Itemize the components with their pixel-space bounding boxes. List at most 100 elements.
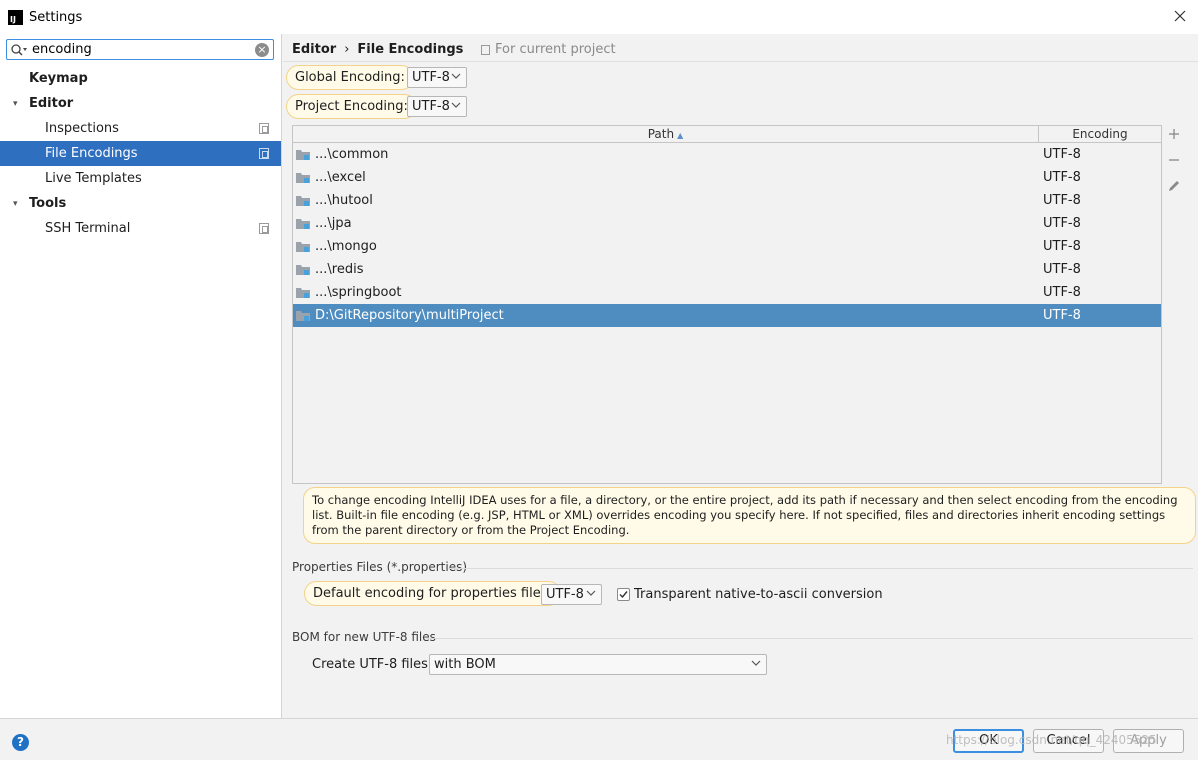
column-header-path[interactable]: Path ▲: [293, 126, 1039, 142]
column-header-encoding[interactable]: Encoding: [1039, 126, 1161, 142]
module-folder-icon: [296, 310, 310, 321]
properties-encoding-select[interactable]: UTF-8: [541, 584, 602, 605]
global-encoding-value: UTF-8: [412, 70, 450, 85]
table-row[interactable]: ...\jpa UTF-8: [293, 212, 1161, 235]
sidebar-item-editor[interactable]: ▾ Editor: [0, 91, 281, 116]
table-row[interactable]: ...\redis UTF-8: [293, 258, 1161, 281]
sidebar-item-label: Keymap: [29, 71, 88, 86]
global-encoding-label: Global Encoding:: [286, 65, 414, 90]
project-scope-icon: [259, 123, 269, 134]
row-encoding[interactable]: UTF-8: [1043, 216, 1081, 231]
checkmark-icon: [619, 591, 628, 599]
sidebar-item-label: Live Templates: [45, 171, 142, 186]
row-encoding[interactable]: UTF-8: [1043, 262, 1081, 277]
row-path: ...\excel: [315, 170, 366, 185]
table-row[interactable]: ...\mongo UTF-8: [293, 235, 1161, 258]
bom-section-title: BOM for new UTF-8 files: [292, 630, 436, 644]
breadcrumb-editor[interactable]: Editor: [292, 42, 336, 57]
module-folder-icon: [296, 264, 310, 275]
row-encoding[interactable]: UTF-8: [1043, 170, 1081, 185]
table-row[interactable]: ...\hutool UTF-8: [293, 189, 1161, 212]
watermark-text: https://blog.csdn.net/qq_42405525: [946, 733, 1157, 747]
row-encoding[interactable]: UTF-8: [1043, 147, 1081, 162]
sidebar-item-file-encodings[interactable]: File Encodings: [0, 141, 281, 166]
table-toolbar: [1165, 125, 1187, 203]
module-folder-icon: [296, 172, 310, 183]
sidebar-item-live-templates[interactable]: Live Templates: [0, 166, 281, 191]
sidebar-item-keymap[interactable]: Keymap: [0, 66, 281, 91]
window-title: Settings: [29, 9, 83, 25]
remove-icon[interactable]: [1165, 151, 1183, 169]
scope-note: For current project: [481, 42, 616, 57]
row-encoding[interactable]: UTF-8: [1043, 239, 1081, 254]
chevron-down-icon[interactable]: ▾: [13, 99, 23, 109]
breadcrumb-separator: ›: [344, 42, 350, 57]
row-encoding[interactable]: UTF-8: [1043, 308, 1081, 323]
header-divider: [283, 61, 1198, 62]
add-icon[interactable]: [1165, 125, 1183, 143]
project-scope-icon: [259, 148, 269, 159]
create-utf8-label: Create UTF-8 files:: [312, 657, 433, 672]
column-header-label: Path: [647, 127, 675, 141]
edit-icon[interactable]: [1165, 177, 1183, 195]
chevron-down-icon: [451, 73, 461, 79]
bom-select-value: with BOM: [434, 657, 496, 672]
project-scope-icon: [481, 44, 490, 55]
chevron-down-icon[interactable]: ▾: [13, 199, 23, 209]
encoding-info-note: To change encoding IntelliJ IDEA uses fo…: [303, 487, 1196, 544]
properties-encoding-value: UTF-8: [546, 587, 584, 602]
chevron-down-icon: [751, 660, 761, 666]
sidebar-item-label: Editor: [29, 96, 74, 111]
settings-search-box[interactable]: ×: [6, 39, 274, 60]
title-bar: IJ Settings: [0, 0, 1198, 34]
row-path: ...\redis: [315, 262, 364, 277]
settings-tree: Keymap ▾ Editor Inspections File Encodin…: [0, 66, 281, 241]
sort-ascending-icon: ▲: [677, 131, 684, 140]
sidebar-item-label: Tools: [29, 196, 67, 211]
transparent-conversion-label[interactable]: Transparent native-to-ascii conversion: [634, 587, 883, 602]
table-row[interactable]: ...\springboot UTF-8: [293, 281, 1161, 304]
settings-content: Editor › File Encodings For current proj…: [283, 34, 1198, 718]
table-body: ...\common UTF-8 ...\excel UTF-8 ...\hutool U…: [293, 143, 1161, 327]
settings-sidebar: × Keymap ▾ Editor Inspections File Encod…: [0, 34, 282, 718]
row-path: ...\jpa: [315, 216, 352, 231]
sidebar-item-label: Inspections: [45, 121, 119, 136]
path-encoding-table: Path ▲ Encoding ...\common UTF-8 ...\excel U…: [292, 125, 1162, 484]
table-header: Path ▲ Encoding: [293, 126, 1161, 143]
dialog-button-bar: ? OK Cancel Apply https://blog.csdn.net/…: [0, 718, 1198, 760]
project-scope-icon: [259, 223, 269, 234]
search-input[interactable]: [32, 42, 247, 57]
row-encoding[interactable]: UTF-8: [1043, 193, 1081, 208]
clear-search-icon[interactable]: ×: [255, 43, 269, 57]
module-folder-icon: [296, 287, 310, 298]
help-icon[interactable]: ?: [12, 734, 29, 751]
transparent-conversion-checkbox[interactable]: [617, 588, 630, 601]
module-folder-icon: [296, 195, 310, 206]
table-row[interactable]: ...\common UTF-8: [293, 143, 1161, 166]
chevron-down-icon: [451, 102, 461, 108]
chevron-down-icon: [586, 590, 596, 596]
project-encoding-label: Project Encoding:: [286, 94, 417, 119]
bom-select[interactable]: with BOM: [429, 654, 767, 675]
row-path: ...\hutool: [315, 193, 373, 208]
row-encoding[interactable]: UTF-8: [1043, 285, 1081, 300]
row-path: D:\GitRepository\multiProject: [314, 308, 1039, 323]
sidebar-item-label: File Encodings: [45, 146, 138, 161]
project-encoding-select[interactable]: UTF-8: [407, 96, 467, 117]
section-divider: [426, 638, 1193, 639]
section-divider: [448, 568, 1193, 569]
breadcrumb-file-encodings: File Encodings: [357, 42, 464, 57]
table-row[interactable]: D:\GitRepository\multiProject UTF-8: [293, 304, 1161, 327]
search-icon[interactable]: [10, 43, 28, 57]
sidebar-item-ssh-terminal[interactable]: SSH Terminal: [0, 216, 281, 241]
row-path: ...\springboot: [315, 285, 402, 300]
sidebar-item-inspections[interactable]: Inspections: [0, 116, 281, 141]
close-icon[interactable]: [1172, 8, 1188, 24]
sidebar-item-tools[interactable]: ▾ Tools: [0, 191, 281, 216]
project-encoding-value: UTF-8: [412, 99, 450, 114]
breadcrumb: Editor › File Encodings: [292, 42, 463, 57]
table-row[interactable]: ...\excel UTF-8: [293, 166, 1161, 189]
global-encoding-select[interactable]: UTF-8: [407, 67, 467, 88]
module-folder-icon: [296, 149, 310, 160]
module-folder-icon: [296, 241, 310, 252]
